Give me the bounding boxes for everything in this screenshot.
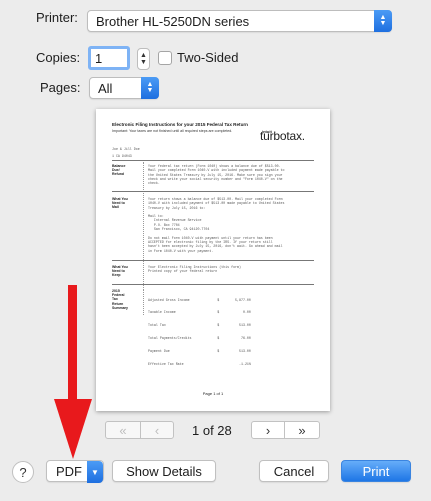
preview-dotted-rule: [143, 162, 144, 290]
stepper-up-icon[interactable]: ▲: [140, 52, 147, 59]
copies-stepper[interactable]: ▲ ▼: [137, 48, 150, 70]
copies-label: Copies:: [36, 50, 81, 65]
question-mark-icon: ?: [19, 464, 27, 480]
cancel-button[interactable]: Cancel: [259, 460, 329, 482]
preview-subtitle: Important: Your taxes are not finished u…: [112, 129, 233, 133]
preview-divider: [112, 284, 314, 285]
two-sided-checkbox[interactable]: [158, 51, 172, 65]
section-text: Your Electronic Filing Instructions (thi…: [148, 265, 241, 274]
printer-value: Brother HL-5250DN series: [96, 13, 250, 29]
pages-label: Pages:: [40, 80, 81, 95]
printer-label: Printer:: [36, 10, 78, 25]
double-chevron-right-icon: »: [298, 422, 306, 438]
section-heading: What You Need to Mail: [112, 197, 128, 210]
copies-row: Copies:: [36, 50, 80, 65]
chevron-down-icon: ▼: [87, 461, 103, 483]
pdf-menu-button[interactable]: PDF ▼: [46, 460, 104, 483]
double-chevron-left-icon: «: [119, 422, 127, 438]
preview-dotted-rule: [143, 289, 144, 315]
show-details-label: Show Details: [126, 463, 202, 479]
two-sided-label: Two-Sided: [177, 50, 239, 65]
section-heading: Balance Due/ Refund: [112, 164, 126, 177]
section-heading: What You Need to Keep: [112, 265, 128, 278]
pages-select[interactable]: All ▲ ▼: [89, 77, 159, 99]
preview-footer: Page 1 of 1: [202, 391, 224, 396]
cancel-label: Cancel: [273, 463, 315, 479]
chevron-left-icon: ‹: [154, 422, 160, 438]
next-page-button[interactable]: ›: [251, 421, 285, 439]
turbotax-logo: turbotax.: [260, 129, 305, 143]
pages-value: All: [98, 80, 113, 96]
preview-name-line: Joe & Jill Doe: [112, 147, 140, 151]
red-arrow-annotation: [54, 285, 92, 459]
copies-input[interactable]: 1: [88, 46, 130, 70]
preview-divider: [112, 160, 314, 161]
section-text: Your return shows a balance due of $513.…: [148, 197, 285, 253]
select-arrows-icon: ▲ ▼: [374, 10, 392, 32]
preview-divider: [112, 260, 314, 261]
first-page-button[interactable]: «: [105, 421, 141, 439]
select-arrows-icon: ▲ ▼: [141, 77, 159, 99]
section-text: Your federal tax return (Form 1040) show…: [148, 164, 285, 186]
preview-title: Electronic Filing Instructions for your …: [112, 122, 248, 127]
chevron-right-icon: ›: [265, 422, 271, 438]
show-details-button[interactable]: Show Details: [112, 460, 216, 482]
page-indicator: 1 of 28: [192, 423, 232, 438]
stepper-down-icon[interactable]: ▼: [140, 59, 147, 66]
printer-row: Printer:: [36, 10, 78, 25]
section-text: Adjusted Gross Income $ 5,877.00 Taxable…: [148, 297, 251, 367]
previous-page-button[interactable]: ‹: [140, 421, 174, 439]
help-button[interactable]: ?: [12, 461, 34, 483]
section-heading: 2015 Federal Tax Return Summary: [112, 289, 128, 310]
print-preview-page: Electronic Filing Instructions for your …: [96, 109, 330, 411]
print-button[interactable]: Print: [341, 460, 411, 482]
copies-value: 1: [95, 50, 103, 66]
printer-select[interactable]: Brother HL-5250DN series ▲ ▼: [87, 10, 392, 32]
print-label: Print: [362, 463, 390, 479]
pdf-label: PDF: [56, 463, 82, 479]
last-page-button[interactable]: »: [284, 421, 320, 439]
preview-divider: [112, 191, 314, 192]
preview-address-line: 1 CA 94043: [112, 154, 132, 158]
